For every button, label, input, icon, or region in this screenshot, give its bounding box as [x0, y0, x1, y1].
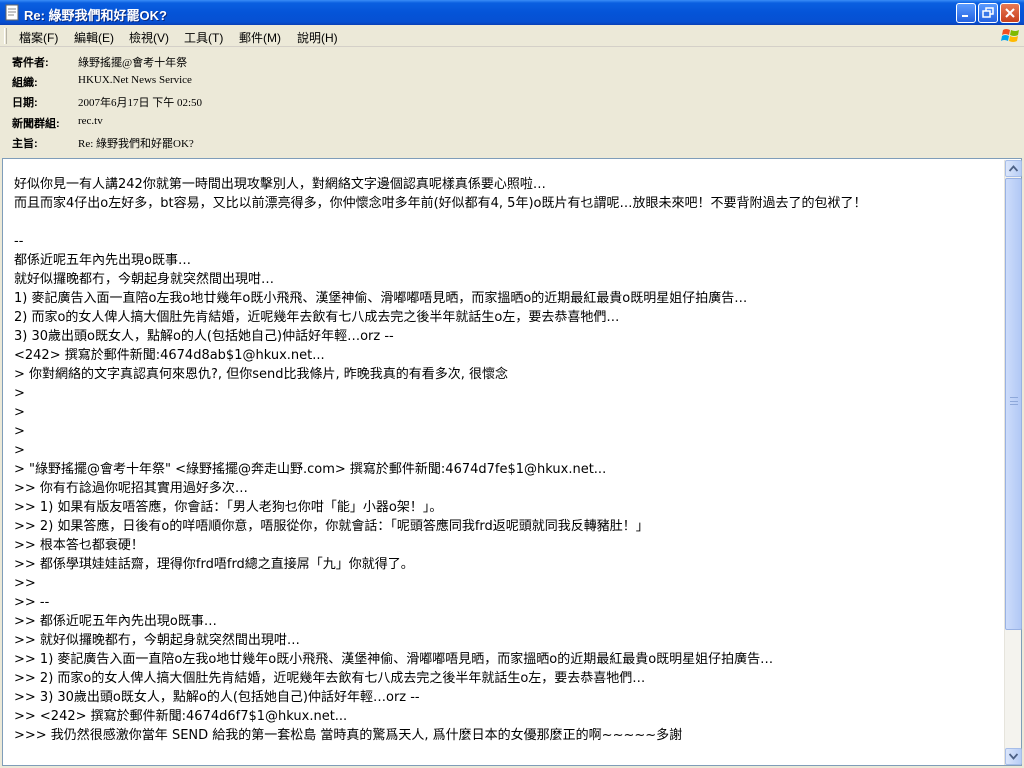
- header-value: 綠野搖擺@會考十年祭: [78, 57, 188, 69]
- menu-file[interactable]: 檔案(F): [19, 29, 58, 46]
- menu-tools[interactable]: 工具(T): [184, 29, 223, 46]
- arrow-down-icon: [1009, 753, 1018, 760]
- body-line: 1) 麥記廣告入面一直陪o左我o地廿幾年o既小飛飛、漢堡神偷、滑嘟嘟唔見晒，而家…: [14, 291, 748, 306]
- body-line: >> 你有冇諗過你呢招其實用過好多次…: [14, 481, 248, 496]
- windows-logo-icon: [1001, 29, 1019, 42]
- menu-bar: 檔案(F) 編輯(E) 檢視(V) 工具(T) 郵件(M) 說明(H): [0, 25, 1024, 47]
- body-line: 都係近呢五年內先出現o既事…: [14, 253, 191, 268]
- header-subject: 主旨: Re: 綠野我們和好罷OK?: [0, 133, 1024, 151]
- header-value: 2007年6月17日 下午 02:50: [78, 97, 203, 109]
- menu-edit[interactable]: 編輯(E): [74, 29, 114, 46]
- body-line: > 你對網絡的文字真認真何來恩仇?, 但你send比我條片, 昨晚我真的有看多次…: [14, 367, 508, 382]
- header-label: 主旨:: [12, 138, 38, 150]
- body-line: >> 都係學琪娃娃話齋，理得你frd唔frd總之直接屌「九」你就得了。: [14, 557, 414, 572]
- body-line: >> 1) 如果有版友唔答應，你會話：「男人老狗乜你咁「能」小器o架！」。: [14, 500, 443, 515]
- message-body-text: 好似你見一有人講242你就第一時間出現攻擊別人，對網絡文字邊個認真呢樣真係要心照…: [14, 175, 999, 745]
- body-line: 而且而家4仔出o左好多，bt容易，又比以前漂亮得多，你仲懷念咁多年前(好似都有4…: [14, 196, 867, 211]
- body-line: > "綠野搖擺@會考十年祭" <綠野搖擺@奔走山野.com> 撰寫於郵件新聞:4…: [14, 462, 607, 477]
- menu-help[interactable]: 說明(H): [297, 29, 338, 46]
- body-line: 就好似攞晚都冇，今朝起身就突然間出現咁…: [14, 272, 275, 287]
- body-line: 2) 而家o的女人俾人搞大個肚先肯結婚，近呢幾年去飲有七八成去完之後半年就話生o…: [14, 310, 620, 325]
- header-label: 組織:: [12, 77, 38, 89]
- body-line: --: [14, 234, 24, 249]
- scrollbar-thumb[interactable]: [1005, 178, 1022, 630]
- body-line: >: [14, 405, 25, 420]
- body-line: >> 根本答乜都衰硬！: [14, 538, 144, 553]
- vertical-scrollbar[interactable]: [1004, 160, 1022, 765]
- body-line: >> 都係近呢五年內先出現o既事…: [14, 614, 217, 629]
- body-line: 好似你見一有人講242你就第一時間出現攻擊別人，對網絡文字邊個認真呢樣真係要心照…: [14, 177, 546, 192]
- menu-view[interactable]: 檢視(V): [129, 29, 169, 46]
- header-date: 日期: 2007年6月17日 下午 02:50: [0, 92, 1024, 110]
- body-line: >> 就好似攞晚都冇，今朝起身就突然間出現咁…: [14, 633, 300, 648]
- menu-message[interactable]: 郵件(M): [239, 29, 281, 46]
- body-line: 3) 30歲出頭o既女人，點解o的人(包括她自己)仲話好年輕…orz --: [14, 329, 394, 344]
- message-headers: 寄件者: 綠野搖擺@會考十年祭 組織: HKUX.Net News Servic…: [0, 48, 1024, 154]
- body-line: >: [14, 424, 25, 439]
- close-button[interactable]: [1000, 3, 1020, 23]
- minimize-icon: [962, 15, 968, 17]
- thumb-grip: [1010, 397, 1018, 405]
- message-body[interactable]: 好似你見一有人講242你就第一時間出現攻擊別人，對網絡文字邊個認真呢樣真係要心照…: [2, 158, 1022, 766]
- title-bar[interactable]: Re: 綠野我們和好罷OK?: [0, 0, 1024, 25]
- body-line: >: [14, 386, 25, 401]
- header-label: 寄件者:: [12, 57, 49, 69]
- header-newsgroups: 新聞群組: rec.tv: [0, 113, 1024, 131]
- body-line: >: [14, 443, 25, 458]
- header-value: Re: 綠野我們和好罷OK?: [78, 138, 194, 150]
- body-line: >> 2) 如果答應，日後有o的咩唔順你意，唔服從你，你就會話：「呢頭答應同我f…: [14, 519, 649, 534]
- header-label: 新聞群組:: [12, 118, 60, 130]
- restore-icon: [982, 7, 994, 18]
- body-line: >>: [14, 576, 36, 591]
- header-value: HKUX.Net News Service: [78, 74, 192, 86]
- header-label: 日期:: [12, 97, 38, 109]
- close-icon: [1005, 8, 1015, 18]
- body-line: >> <242> 撰寫於郵件新聞:4674d6f7$1@hkux.net...: [14, 709, 348, 724]
- window-title: Re: 綠野我們和好罷OK?: [24, 8, 168, 23]
- toolbar-grip[interactable]: [4, 28, 7, 44]
- restore-button[interactable]: [978, 3, 998, 23]
- document-icon: [5, 4, 19, 21]
- minimize-button[interactable]: [956, 3, 976, 23]
- body-line: >>> 我仍然很感激你當年 SEND 給我的第一套松島 當時真的驚爲天人, 爲什…: [14, 728, 683, 743]
- body-line: >> 3) 30歲出頭o既女人，點解o的人(包括她自己)仲話好年輕…orz --: [14, 690, 420, 705]
- header-from: 寄件者: 綠野搖擺@會考十年祭: [0, 52, 1024, 70]
- scroll-down-button[interactable]: [1005, 748, 1022, 765]
- body-line: [14, 213, 999, 232]
- header-value: rec.tv: [78, 115, 103, 127]
- body-line: >> 1) 麥記廣告入面一直陪o左我o地廿幾年o既小飛飛、漢堡神偷、滑嘟嘟唔見晒…: [14, 652, 774, 667]
- header-organization: 組織: HKUX.Net News Service: [0, 72, 1024, 90]
- scroll-up-button[interactable]: [1005, 160, 1022, 177]
- body-line: >> 2) 而家o的女人俾人搞大個肚先肯結婚，近呢幾年去飲有七八成去完之後半年就…: [14, 671, 646, 686]
- arrow-up-icon: [1009, 165, 1018, 172]
- body-line: <242> 撰寫於郵件新聞:4674d8ab$1@hkux.net...: [14, 348, 325, 363]
- body-line: >> --: [14, 595, 50, 610]
